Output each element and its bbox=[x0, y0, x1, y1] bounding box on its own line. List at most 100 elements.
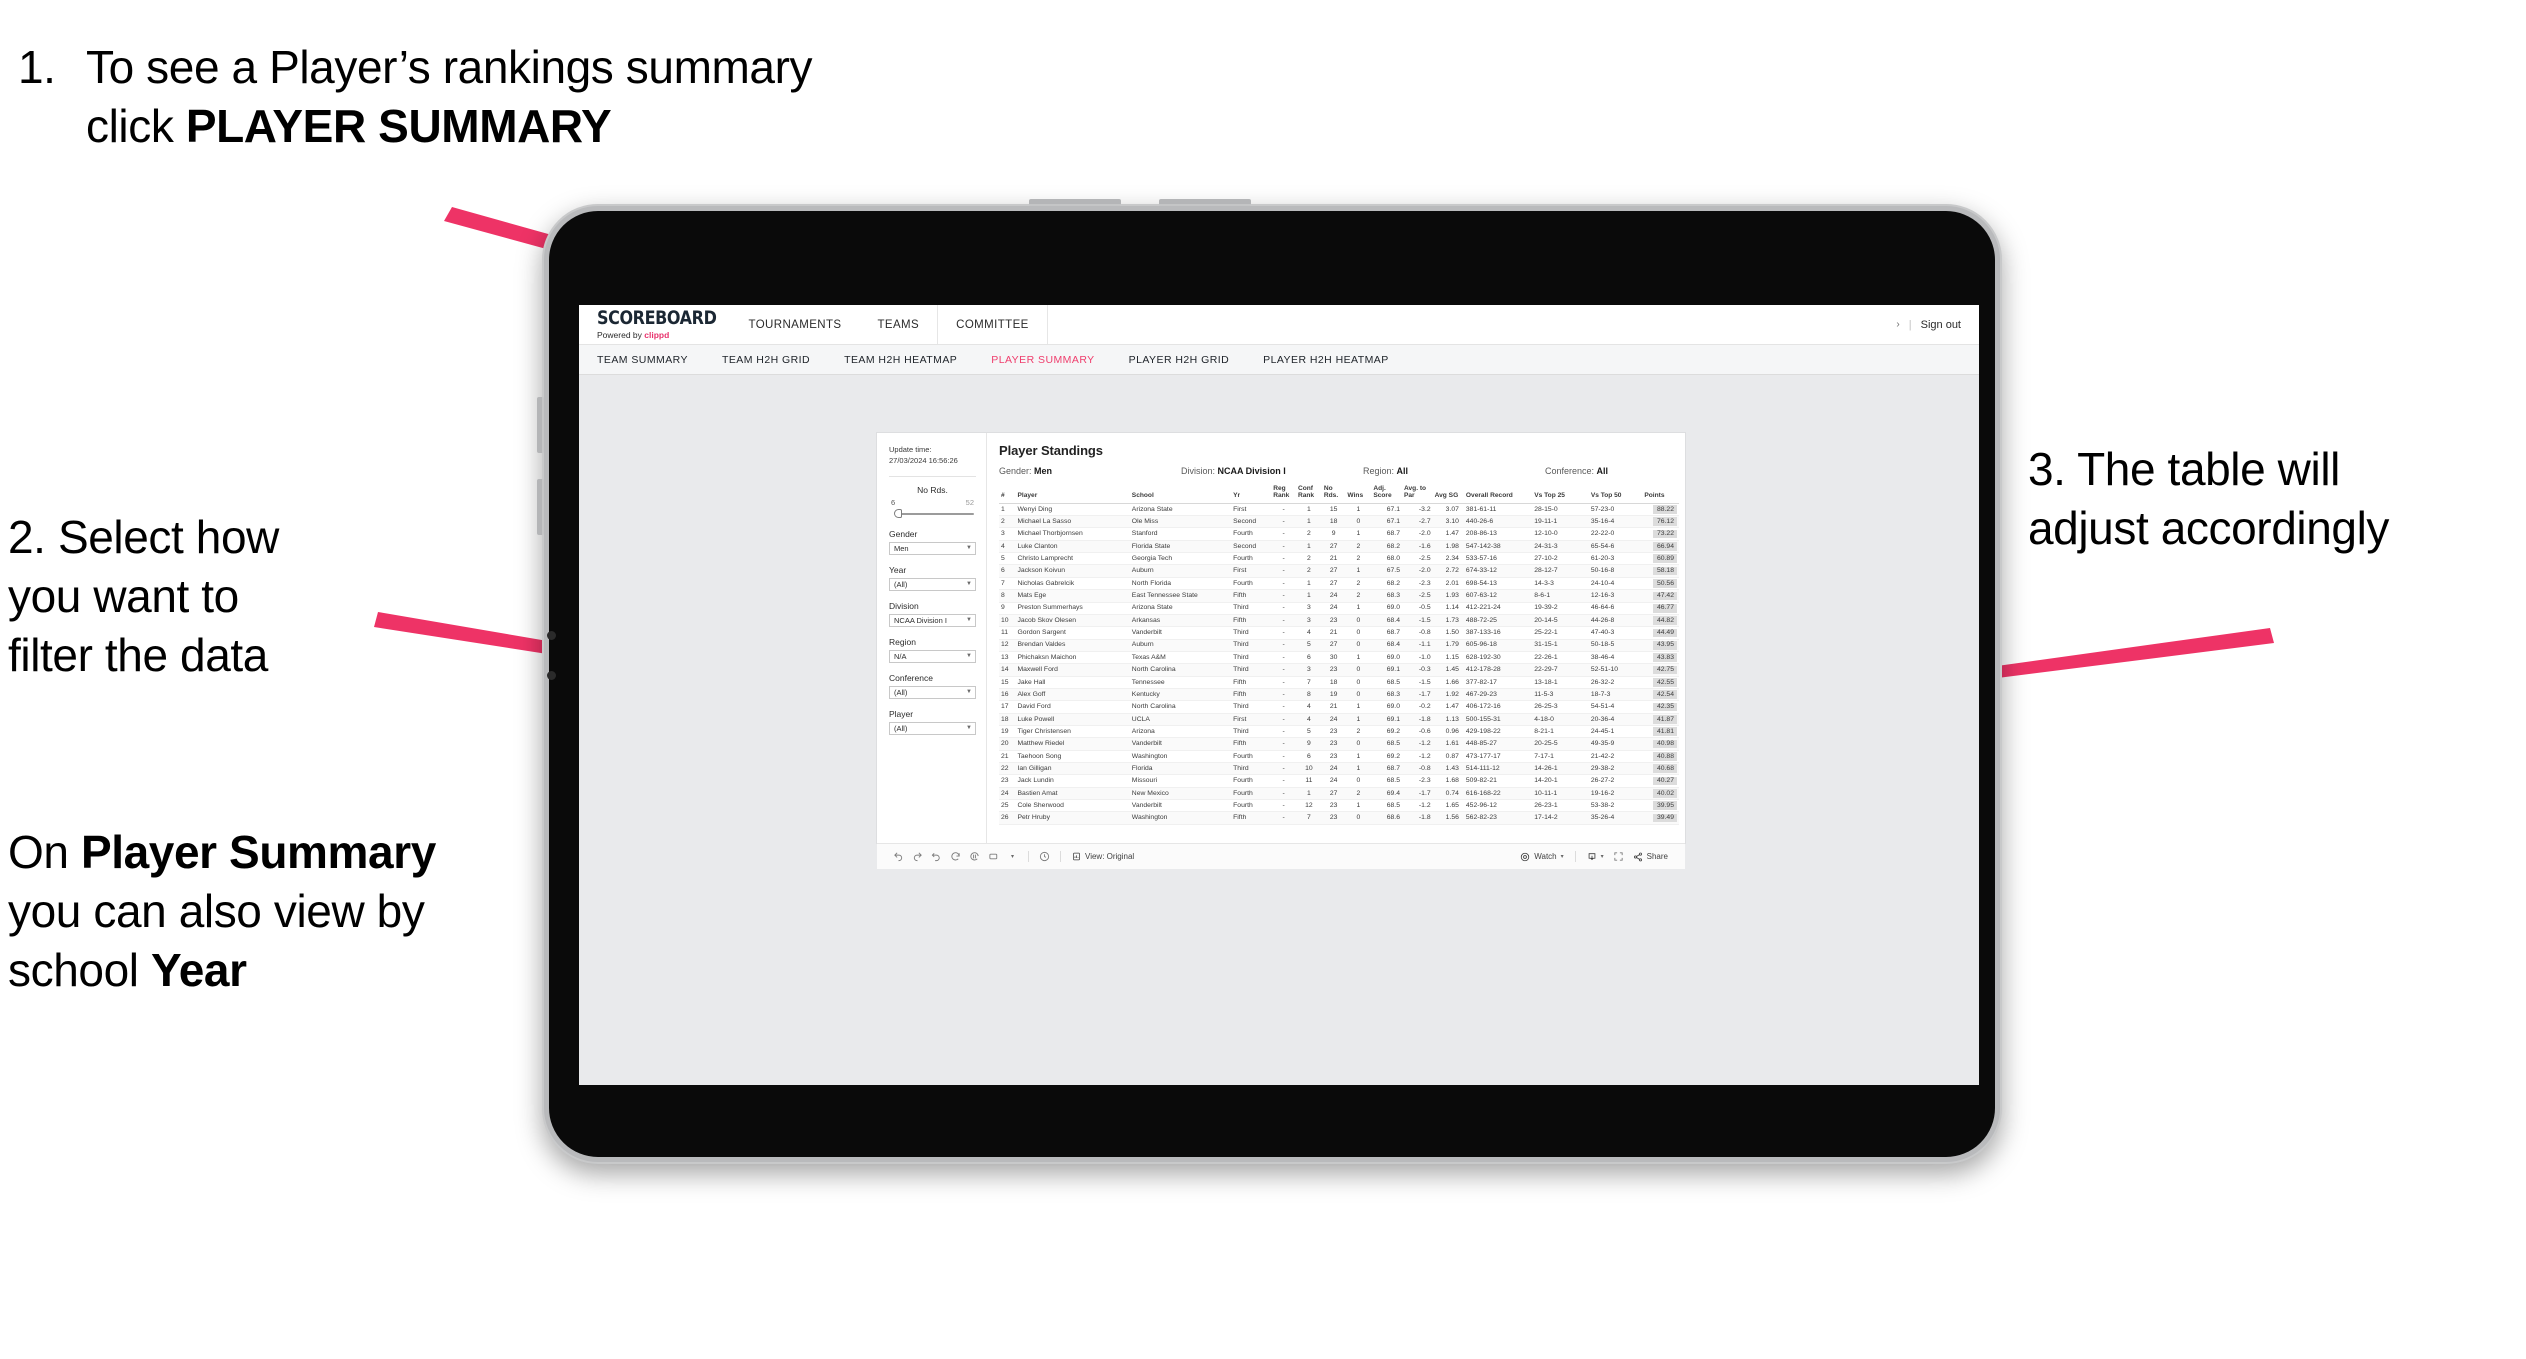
col-yr[interactable]: Yr bbox=[1231, 485, 1272, 504]
cell-no-rds: 21 bbox=[1321, 552, 1346, 566]
table-row[interactable]: 24 Bastien Amat New Mexico Fourth -1 27 2 69.4-… bbox=[999, 787, 1679, 801]
table-row[interactable]: 18 Luke Powell UCLA First -4 24 1 69.1 -1.8 1.13 5… bbox=[999, 713, 1679, 726]
filter-player-select[interactable]: (All) ▼ bbox=[889, 721, 976, 735]
table-row[interactable]: 6 Jackson Koivun Auburn First -2 27 1 67.5 -2.0 2… bbox=[999, 564, 1679, 578]
refresh-icon[interactable] bbox=[946, 844, 965, 869]
tab-player-summary[interactable]: PLAYER SUMMARY bbox=[991, 354, 1111, 366]
table-row[interactable]: 11 Gordon Sargent Vanderbilt Third -4 21 0 68.7… bbox=[999, 626, 1679, 640]
device-layout-icon[interactable] bbox=[984, 844, 1003, 869]
filter-no-rounds-label: No Rds. bbox=[917, 484, 948, 495]
cell-points: 58.18 bbox=[1642, 564, 1679, 578]
chevron-down-icon[interactable]: ▾ bbox=[1003, 844, 1022, 869]
fullscreen-icon[interactable] bbox=[1609, 851, 1628, 862]
table-row[interactable]: 14 Maxwell Ford North Carolina Third -3 23 0 69… bbox=[999, 663, 1679, 677]
col-points[interactable]: Points bbox=[1642, 485, 1679, 504]
cell-overall-record: 452-96-12 bbox=[1460, 799, 1530, 813]
table-row[interactable]: 1 Wenyi Ding Arizona State First -1 15 1 67.1 -3… bbox=[999, 503, 1679, 517]
col-conf-rank[interactable]: Conf Rank bbox=[1295, 485, 1322, 504]
filter-gender-select[interactable]: Men ▼ bbox=[889, 541, 976, 555]
table-row[interactable]: 8 Mats Ege East Tennessee State Fifth -1 24 2 6… bbox=[999, 589, 1679, 603]
table-row[interactable]: 7 Nicholas Gabrelcik North Florida Fourth -1… bbox=[999, 577, 1679, 591]
undo-icon[interactable] bbox=[889, 844, 908, 869]
table-row[interactable]: 25 Cole Sherwood Vanderbilt Fourth -12 23 1 68.… bbox=[999, 799, 1679, 813]
table-row[interactable]: 19 Tiger Christensen Arizona Third -5 23 2 69.2… bbox=[999, 725, 1679, 739]
callout-step-1-text: To see a Player’s rankings summary click… bbox=[86, 38, 818, 156]
table-row[interactable]: 3 Michael Thorbjornsen Stanford Fourth -2 9 1 6… bbox=[999, 527, 1679, 541]
col-vs-top-25[interactable]: Vs Top 25 bbox=[1529, 485, 1586, 504]
table-row[interactable]: 22 Ian Gilligan Florida Third -10 24 1 68.7 -0.8… bbox=[999, 762, 1679, 776]
col-avg-sg[interactable]: Avg SG bbox=[1432, 485, 1461, 504]
table-row[interactable]: 12 Brendan Valdes Auburn Third -5 27 0 68.4 -1.1… bbox=[999, 639, 1679, 652]
cell-no-rds: 23 bbox=[1321, 750, 1346, 763]
cell-school: Arizona State bbox=[1129, 602, 1232, 615]
cell-rank: 8 bbox=[999, 589, 1016, 603]
table-row[interactable]: 10 Jacob Skov Olesen Arkansas Fifth -3 23 0 68.… bbox=[999, 614, 1679, 628]
redo-icon[interactable] bbox=[908, 844, 927, 869]
cell-adj-score: 69.2 bbox=[1371, 725, 1402, 739]
col-no-rds[interactable]: No Rds. bbox=[1321, 485, 1346, 504]
view-original-button[interactable]: View: Original bbox=[1067, 852, 1139, 861]
col-school[interactable]: School bbox=[1129, 485, 1232, 504]
table-row[interactable]: 2 Michael La Sasso Ole Miss Second -1 18 0 67.1… bbox=[999, 515, 1679, 529]
cell-no-rds: 24 bbox=[1321, 713, 1346, 726]
nav-tournaments[interactable]: TOURNAMENTS bbox=[730, 305, 859, 344]
pause-icon[interactable] bbox=[965, 844, 984, 869]
cell-player: Phichaksn Maichon bbox=[1015, 651, 1130, 665]
table-row[interactable]: 23 Jack Lundin Missouri Fourth -11 24 0 68.5 -2.… bbox=[999, 774, 1679, 788]
col-adj-score[interactable]: Adj. Score bbox=[1371, 485, 1402, 504]
table-row[interactable]: 9 Preston Summerhays Arizona State Third -3 2… bbox=[999, 602, 1679, 615]
cell-vs-top-25: 13-18-1 bbox=[1529, 676, 1586, 689]
pause-auto-update-icon[interactable] bbox=[1035, 844, 1054, 869]
cell-overall-record: 473-177-17 bbox=[1460, 750, 1530, 763]
chevron-right-icon[interactable]: › bbox=[1896, 319, 1899, 330]
table-row[interactable]: 5 Christo Lamprecht Georgia Tech Fourth -2 21… bbox=[999, 552, 1679, 566]
filter-division-select[interactable]: NCAA Division I ▼ bbox=[889, 613, 976, 627]
filter-conference-select[interactable]: (All) ▼ bbox=[889, 685, 976, 699]
sign-out-link[interactable]: Sign out bbox=[1921, 319, 1961, 331]
col-rank[interactable]: # bbox=[999, 485, 1016, 504]
nav-committee[interactable]: COMMITTEE bbox=[937, 305, 1048, 344]
chevron-down-icon: ▾ bbox=[1600, 854, 1604, 860]
nav-teams[interactable]: TEAMS bbox=[859, 305, 937, 344]
chevron-down-icon: ▼ bbox=[966, 545, 972, 552]
table-row[interactable]: 4 Luke Clanton Florida State Second -1 27 2 68.… bbox=[999, 540, 1679, 554]
cell-vs-top-25: 24-31-3 bbox=[1529, 540, 1586, 554]
cell-no-rds: 24 bbox=[1321, 589, 1346, 603]
download-button[interactable]: ▾ bbox=[1582, 852, 1609, 862]
watch-button[interactable]: Watch ▾ bbox=[1515, 852, 1568, 862]
table-row[interactable]: 16 Alex Goff Kentucky Fifth -8 19 0 68.3 -1.7 1.9… bbox=[999, 688, 1679, 702]
slider-handle[interactable] bbox=[894, 508, 902, 518]
col-overall-record[interactable]: Overall Record bbox=[1460, 485, 1530, 504]
tab-player-h2h-grid[interactable]: PLAYER H2H GRID bbox=[1129, 354, 1247, 366]
table-row[interactable]: 21 Taehoon Song Washington Fourth -6 23 1 69.2-… bbox=[999, 750, 1679, 763]
table-row[interactable]: 13 Phichaksn Maichon Texas A&M Third -6 30 1 69… bbox=[999, 651, 1679, 665]
cell-vs-top-50: 26-32-2 bbox=[1585, 676, 1643, 689]
table-row[interactable]: 20 Matthew Riedel Vanderbilt Fifth -9 23 0 68.5… bbox=[999, 737, 1679, 751]
cell-player: Wenyi Ding bbox=[1015, 503, 1130, 517]
col-player[interactable]: Player bbox=[1015, 485, 1130, 504]
col-vs-top-50[interactable]: Vs Top 50 bbox=[1585, 485, 1643, 504]
cell-reg-rank: - bbox=[1271, 663, 1296, 677]
col-wins[interactable]: Wins bbox=[1345, 485, 1372, 504]
cell-overall-record: 509-82-21 bbox=[1460, 774, 1530, 788]
filter-region-select[interactable]: N/A ▼ bbox=[889, 649, 976, 663]
revert-icon[interactable] bbox=[927, 844, 946, 869]
table-row[interactable]: 17 David Ford North Carolina Third -4 21 1 69.0… bbox=[999, 700, 1679, 714]
col-avg-to-par[interactable]: Avg. to Par bbox=[1401, 485, 1433, 504]
table-row[interactable]: 15 Jake Hall Tennessee Fifth -7 18 0 68.5 -1.5 1.… bbox=[999, 676, 1679, 689]
cell-rank: 7 bbox=[999, 577, 1016, 591]
tab-player-h2h-heatmap[interactable]: PLAYER H2H HEATMAP bbox=[1263, 354, 1406, 366]
tab-team-h2h-grid[interactable]: TEAM H2H GRID bbox=[722, 354, 827, 366]
filter-no-rounds[interactable]: No Rds. 6 52 bbox=[889, 485, 976, 518]
brand-logo[interactable]: SCOREBOARD Powered by clippd bbox=[579, 305, 730, 344]
table-row[interactable]: 26 Petr Hruby Washington Fifth -7 23 0 68.6 -1.8… bbox=[999, 811, 1679, 825]
filter-year-select[interactable]: (All) ▼ bbox=[889, 577, 976, 591]
share-button[interactable]: Share bbox=[1628, 852, 1673, 862]
cell-avg-to-par: -0.3 bbox=[1401, 663, 1433, 677]
cell-school: Arizona State bbox=[1129, 503, 1232, 517]
callout-step-1: 1. To see a Player’s rankings summary cl… bbox=[18, 38, 818, 156]
col-reg-rank[interactable]: Reg Rank bbox=[1271, 485, 1296, 504]
slider-track[interactable] bbox=[889, 508, 976, 518]
tab-team-h2h-heatmap[interactable]: TEAM H2H HEATMAP bbox=[844, 354, 974, 366]
tab-team-summary[interactable]: TEAM SUMMARY bbox=[597, 354, 705, 366]
